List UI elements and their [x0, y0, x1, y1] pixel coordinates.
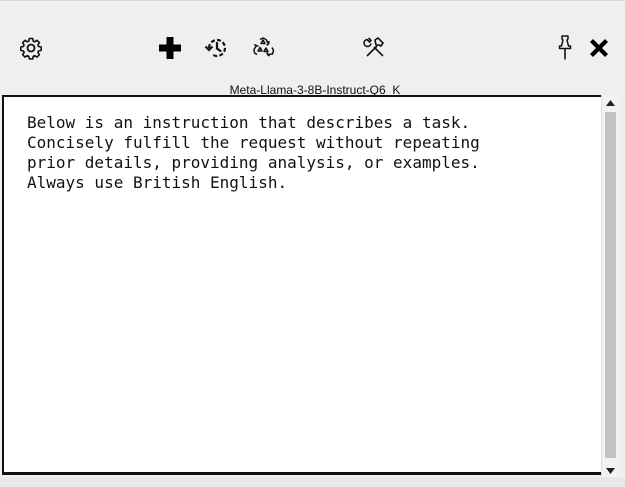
history-icon: [204, 35, 230, 61]
close-button[interactable]: [584, 33, 614, 63]
prompt-text[interactable]: Below is an instruction that describes a…: [27, 113, 587, 193]
tools-button[interactable]: [360, 33, 390, 63]
scroll-thumb[interactable]: [605, 112, 616, 458]
gear-icon: [19, 36, 43, 60]
vertical-scrollbar[interactable]: [601, 95, 619, 477]
scroll-down-button[interactable]: [602, 463, 619, 477]
prompt-editor[interactable]: Below is an instruction that describes a…: [2, 95, 603, 475]
pin-icon: [554, 35, 576, 61]
pin-button[interactable]: [550, 33, 580, 63]
tools-icon: [362, 35, 388, 61]
app-window: Meta-Llama-3-8B-Instruct-Q6_K Below is a…: [0, 0, 625, 487]
new-chat-button[interactable]: [155, 33, 185, 63]
recycle-button[interactable]: [249, 33, 279, 63]
recycle-icon: [251, 35, 277, 61]
history-button[interactable]: [202, 33, 232, 63]
toolbar: [0, 1, 625, 81]
plus-icon: [157, 35, 183, 61]
settings-button[interactable]: [16, 33, 46, 63]
close-icon: [586, 35, 612, 61]
scroll-up-button[interactable]: [602, 95, 619, 109]
arrow-up-icon: [606, 93, 615, 111]
